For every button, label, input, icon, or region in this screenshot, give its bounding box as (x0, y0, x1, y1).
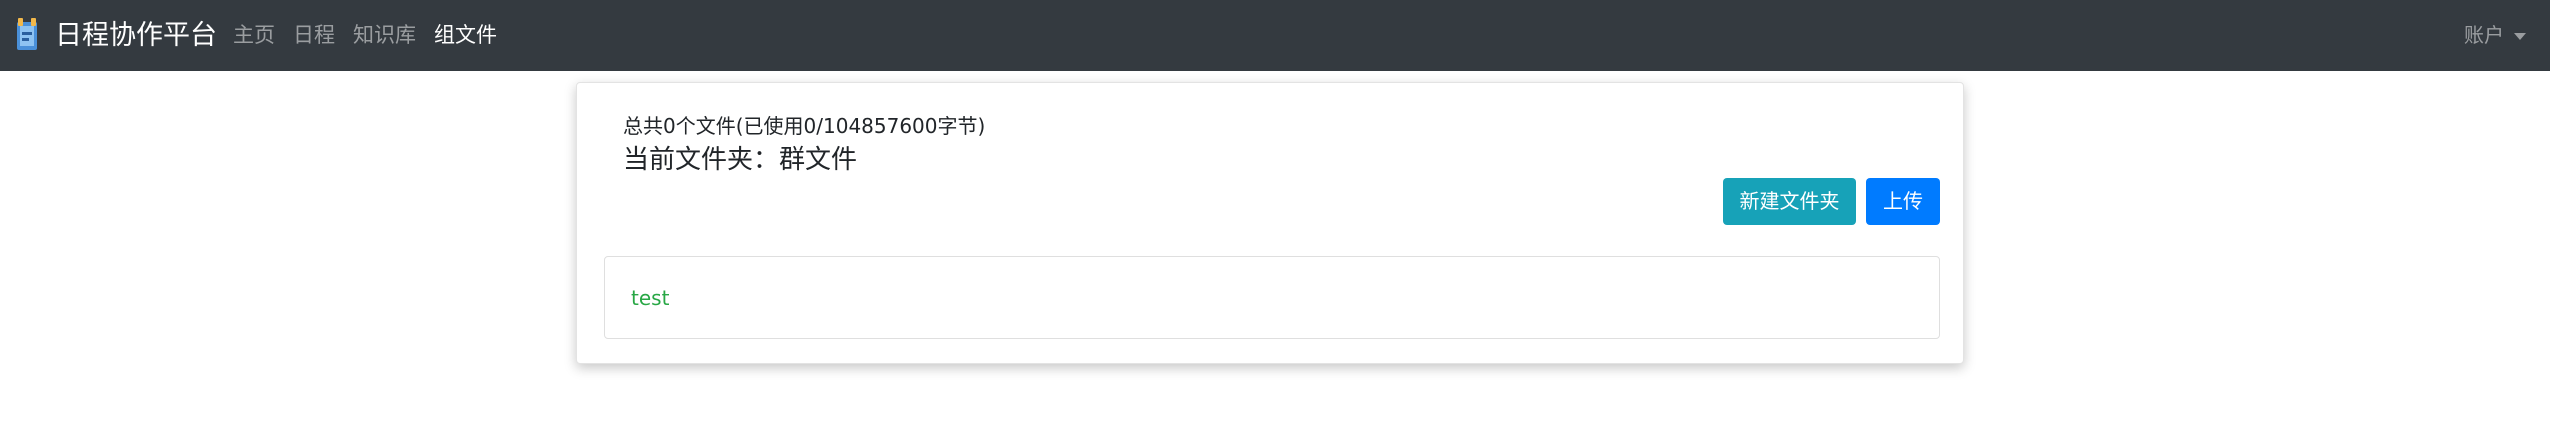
nav-link-group-files[interactable]: 组文件 (434, 0, 497, 71)
nav-link-home[interactable]: 主页 (233, 0, 275, 71)
nav-link-knowledge-base[interactable]: 知识库 (353, 0, 416, 71)
upload-button[interactable]: 上传 (1866, 178, 1940, 225)
file-usage-summary: 总共0个文件(已使用0/104857600字节) (623, 114, 986, 138)
brand-title[interactable]: 日程协作平台 (55, 0, 217, 71)
file-list-item[interactable]: test (631, 257, 669, 340)
group-files-card: 总共0个文件(已使用0/104857600字节) 当前文件夹：群文件 新建文件夹… (576, 82, 1964, 364)
top-navbar: 日程协作平台 主页 日程 知识库 组文件 账户 (0, 0, 2550, 71)
caret-down-icon (2514, 33, 2526, 40)
current-folder-title: 当前文件夹：群文件 (623, 145, 858, 175)
nav-link-schedule[interactable]: 日程 (293, 0, 335, 71)
file-list: test (604, 256, 1940, 339)
account-label: 账户 (2464, 23, 2504, 47)
account-dropdown[interactable]: 账户 (2464, 0, 2526, 71)
new-folder-button[interactable]: 新建文件夹 (1723, 178, 1856, 225)
app-logo-icon[interactable] (15, 16, 41, 54)
